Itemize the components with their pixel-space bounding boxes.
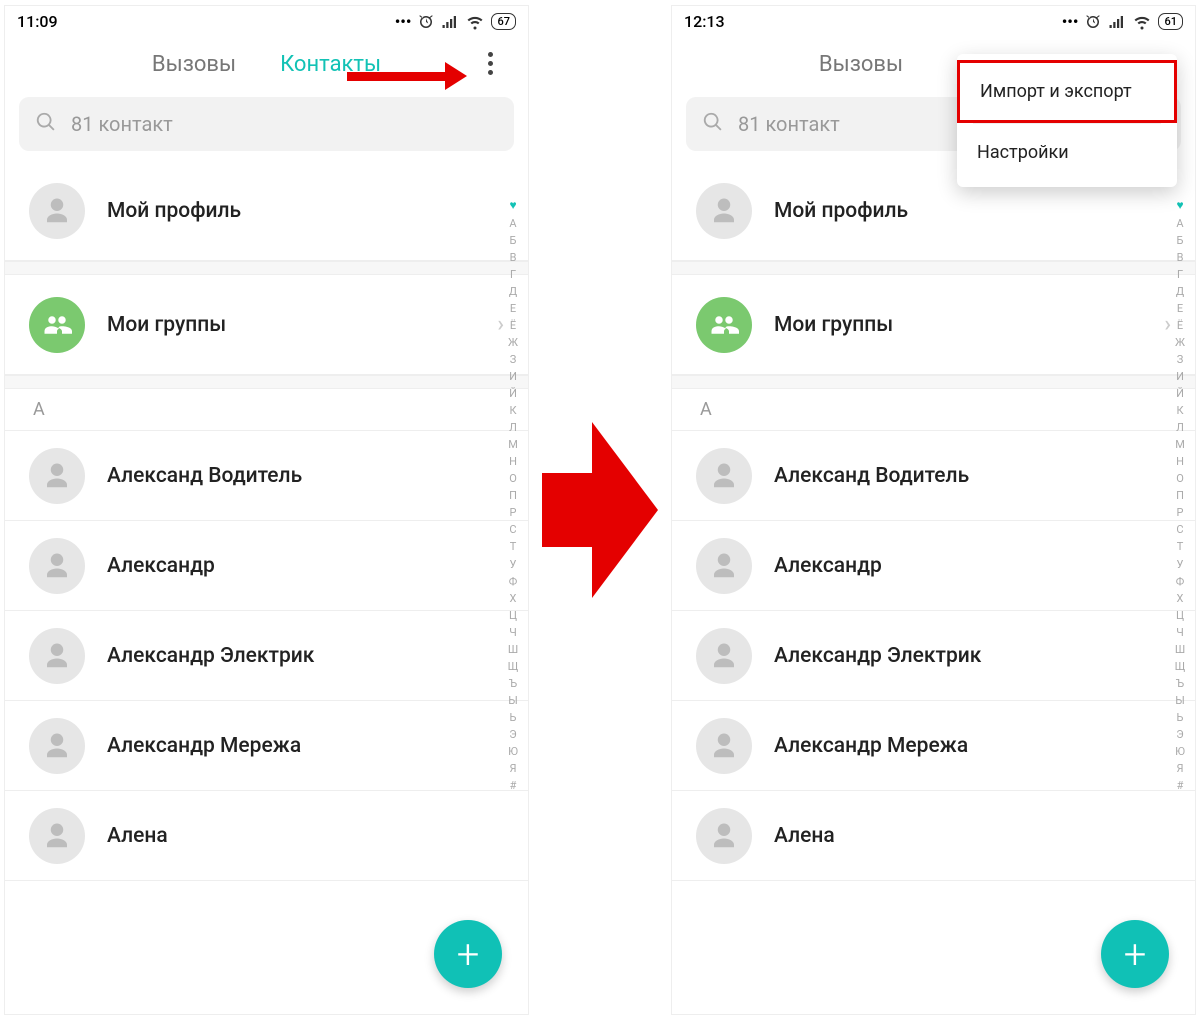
tab-contacts[interactable]: Контакты	[280, 52, 381, 77]
group-icon	[696, 297, 752, 353]
plus-icon: +	[457, 931, 480, 978]
row-label: Мой профиль	[774, 199, 908, 223]
avatar-icon	[29, 448, 85, 504]
avatar-icon	[29, 808, 85, 864]
battery-icon: 61	[1158, 13, 1183, 30]
contact-name: Александр	[774, 554, 882, 578]
contact-row[interactable]: Александр Мережа	[672, 701, 1195, 791]
avatar-icon	[696, 808, 752, 864]
menu-import-export[interactable]: Импорт и экспорт	[957, 60, 1177, 123]
divider	[5, 375, 528, 389]
contact-name: Алена	[774, 824, 835, 848]
contact-row[interactable]: Александр Электрик	[672, 611, 1195, 701]
contact-row[interactable]: Александ Водитель	[5, 431, 528, 521]
phone-left: 11:09 ••• 67 Вызовы Контакты	[4, 5, 529, 1015]
contact-row[interactable]: Алена	[672, 791, 1195, 881]
more-menu-button[interactable]	[476, 49, 504, 77]
row-label: Мои группы	[107, 313, 226, 337]
signal-icon	[1108, 13, 1126, 31]
status-bar: 11:09 ••• 67	[5, 6, 528, 37]
contact-name: Александр Мережа	[107, 734, 301, 758]
contact-name: Александ Водитель	[107, 464, 302, 488]
my-groups-row[interactable]: Мои группы ›	[672, 275, 1195, 375]
alarm-icon	[417, 13, 435, 31]
contact-row[interactable]: Александр Мережа	[5, 701, 528, 791]
avatar-icon	[696, 448, 752, 504]
my-groups-row[interactable]: Мои группы ›	[5, 275, 528, 375]
phone-right: 12:13 ••• 61 Вызовы Контакты	[671, 5, 1196, 1015]
tab-calls[interactable]: Вызовы	[152, 52, 236, 77]
contact-name: Александр Электрик	[774, 644, 981, 668]
overflow-menu: Импорт и экспорт Настройки	[957, 54, 1177, 187]
avatar-icon	[696, 718, 752, 774]
contact-row[interactable]: Александр	[672, 521, 1195, 611]
avatar-icon	[29, 628, 85, 684]
contact-list[interactable]: Мой профиль Мои группы › А Александ Води…	[672, 161, 1195, 881]
tabs-row: Вызовы Контакты	[5, 37, 528, 91]
search-placeholder: 81 контакт	[738, 112, 840, 136]
more-status-icon: •••	[1062, 12, 1079, 31]
avatar-icon	[696, 628, 752, 684]
contact-name: Алена	[107, 824, 168, 848]
add-contact-fab[interactable]: +	[434, 920, 502, 988]
alarm-icon	[1084, 13, 1102, 31]
add-contact-fab[interactable]: +	[1101, 920, 1169, 988]
my-profile-row[interactable]: Мой профиль	[5, 161, 528, 261]
contact-name: Александр	[107, 554, 215, 578]
search-icon	[35, 111, 57, 138]
battery-icon: 67	[491, 13, 516, 30]
contact-row[interactable]: Александр Электрик	[5, 611, 528, 701]
divider	[5, 261, 528, 275]
group-icon	[29, 297, 85, 353]
contact-row[interactable]: Александ Водитель	[672, 431, 1195, 521]
avatar-icon	[29, 538, 85, 594]
tab-calls[interactable]: Вызовы	[819, 52, 903, 77]
search-input[interactable]: 81 контакт	[19, 97, 514, 151]
contact-list[interactable]: Мой профиль Мои группы › А Александ Води…	[5, 161, 528, 881]
signal-icon	[441, 13, 459, 31]
divider	[672, 261, 1195, 275]
avatar-icon	[696, 538, 752, 594]
divider	[672, 375, 1195, 389]
contact-row[interactable]: Алена	[5, 791, 528, 881]
search-placeholder: 81 контакт	[71, 112, 173, 136]
wifi-icon	[465, 13, 485, 31]
contact-name: Александ Водитель	[774, 464, 969, 488]
wifi-icon	[1132, 13, 1152, 31]
contact-name: Александр Электрик	[107, 644, 314, 668]
row-label: Мой профиль	[107, 199, 241, 223]
chevron-right-icon: ›	[497, 312, 504, 337]
more-status-icon: •••	[395, 12, 412, 31]
avatar-icon	[29, 718, 85, 774]
plus-icon: +	[1124, 931, 1147, 978]
menu-settings[interactable]: Настройки	[957, 124, 1177, 181]
row-label: Мои группы	[774, 313, 893, 337]
section-header: А	[5, 389, 528, 431]
clock: 12:13	[684, 12, 725, 31]
search-icon	[702, 111, 724, 138]
annotation-arrow-big	[540, 422, 660, 598]
chevron-right-icon: ›	[1164, 312, 1171, 337]
avatar-icon	[696, 183, 752, 239]
avatar-icon	[29, 183, 85, 239]
section-header: А	[672, 389, 1195, 431]
status-bar: 12:13 ••• 61	[672, 6, 1195, 37]
contact-name: Александр Мережа	[774, 734, 968, 758]
contact-row[interactable]: Александр	[5, 521, 528, 611]
clock: 11:09	[17, 12, 58, 31]
